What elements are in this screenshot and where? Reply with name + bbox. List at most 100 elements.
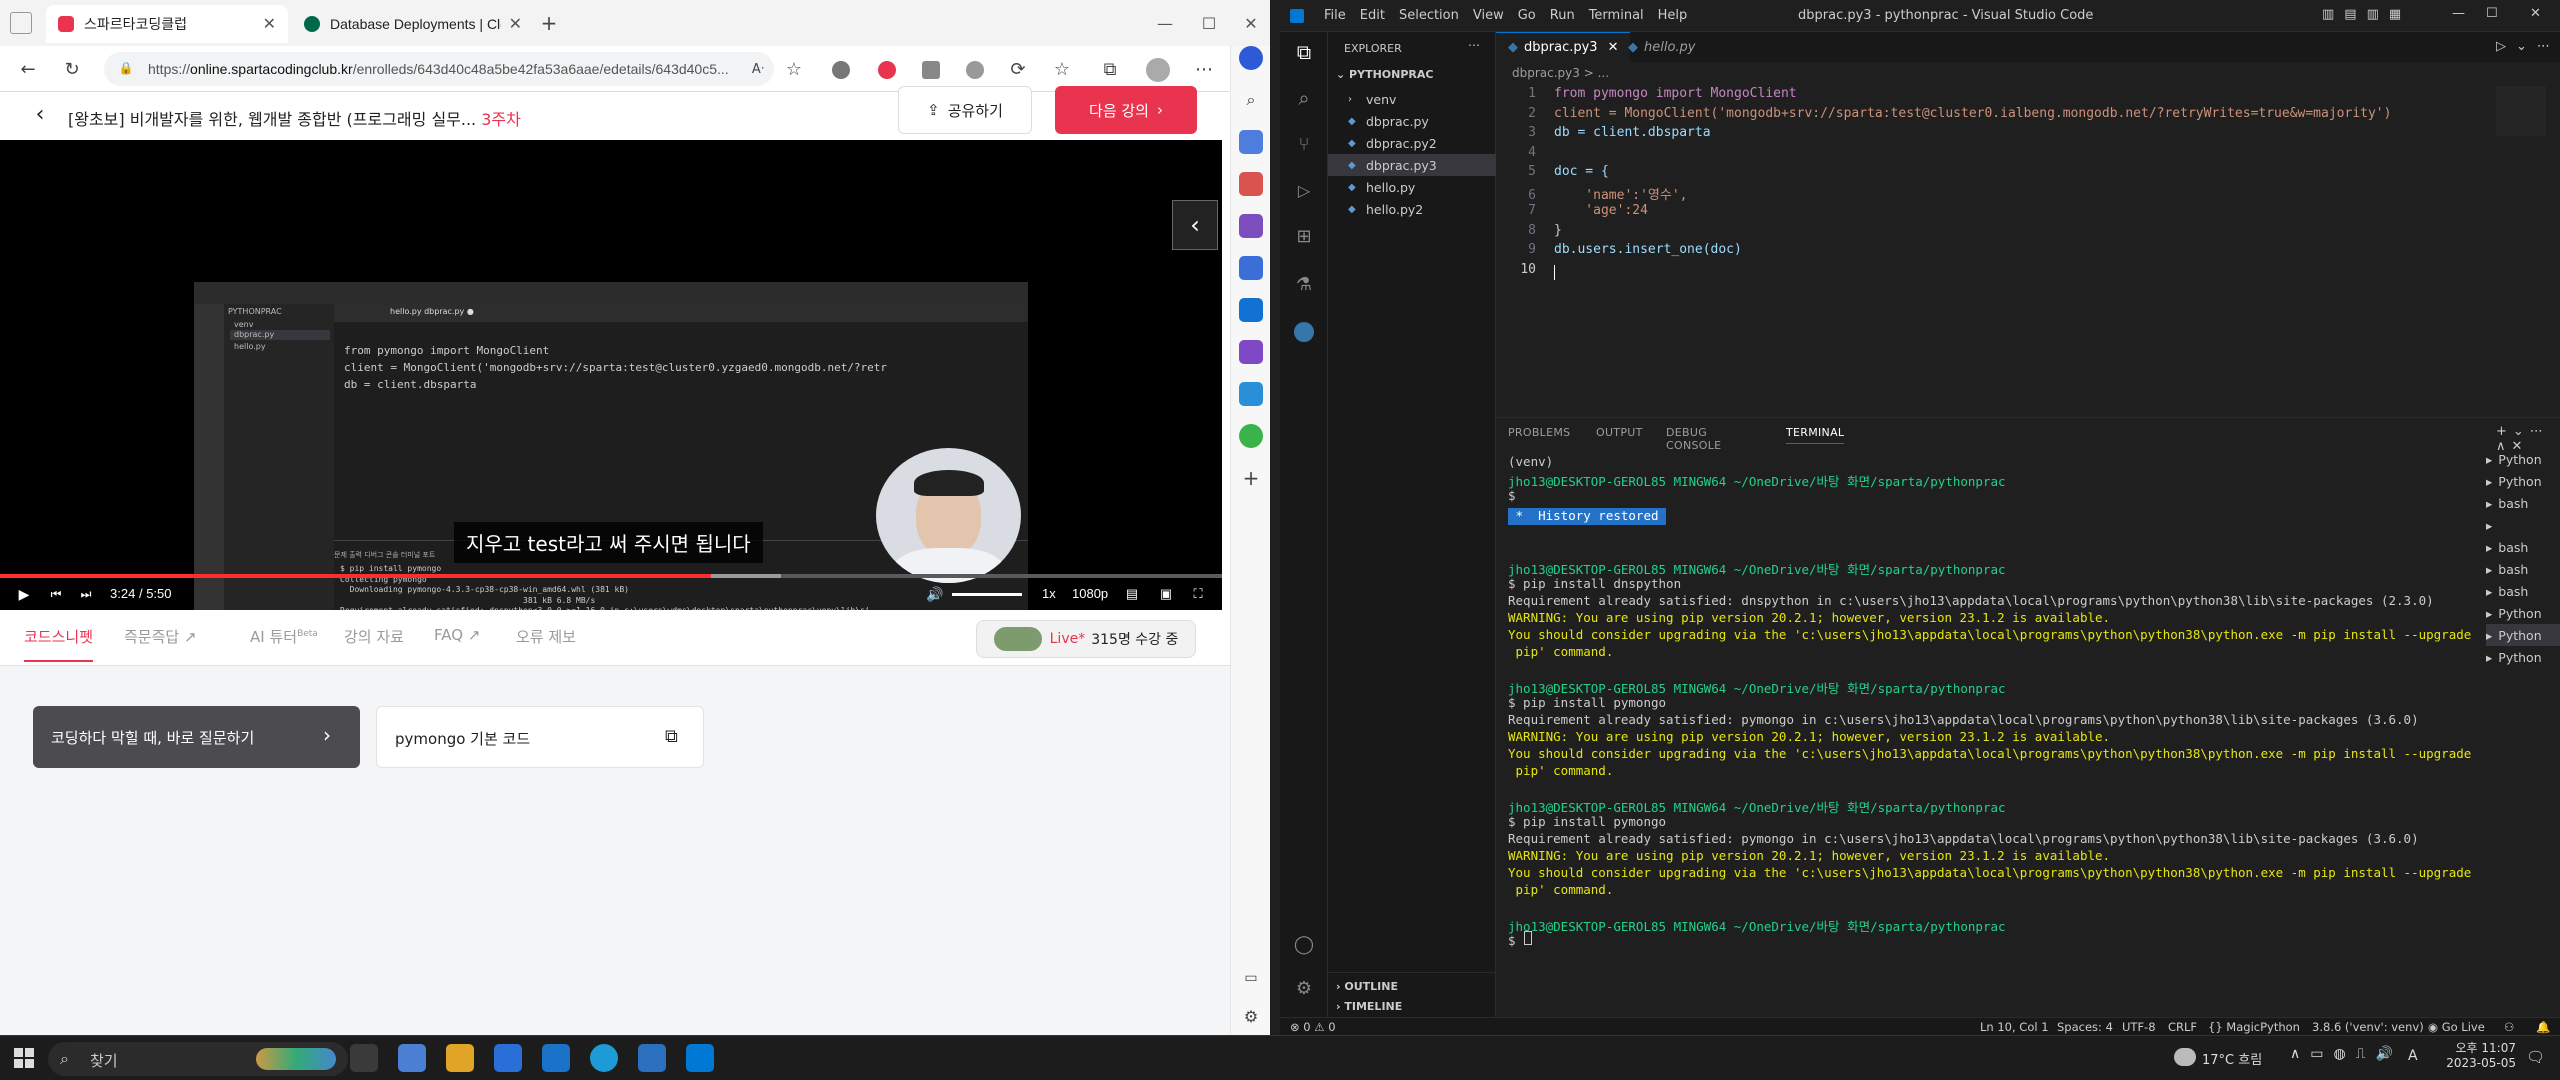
search-icon[interactable]: ⌕ — [1292, 86, 1316, 110]
file-tree-item[interactable]: ◆ dbprac.py2 — [1328, 132, 1496, 154]
minimize-icon[interactable]: — — [1154, 12, 1176, 34]
timeline-section[interactable]: › TIMELINE — [1336, 1000, 1402, 1013]
settings-gear-icon[interactable]: ⚙ — [1239, 1004, 1263, 1028]
collapse-panel-chevron-icon[interactable]: ‹ — [1172, 200, 1218, 250]
terminal-list-item[interactable]: ▸Python⚠ — [2486, 624, 2560, 646]
task-view-icon[interactable] — [350, 1044, 378, 1072]
tab-code-snippet[interactable]: 코드스니펫 — [24, 626, 94, 662]
snippet-card[interactable]: pymongo 기본 코드 ⧉ — [376, 706, 704, 768]
search-icon[interactable]: ⌕ — [1239, 88, 1263, 112]
terminal-list-item[interactable]: ▸ Python — [2486, 646, 2560, 668]
designer-icon[interactable] — [1239, 340, 1263, 364]
python-interpreter[interactable]: 3.8.6 ('venv': venv) — [2312, 1020, 2424, 1034]
volume-icon[interactable]: 🔊 — [925, 584, 945, 604]
terminal-list-item[interactable]: ▸⚠ — [2486, 514, 2560, 536]
menu-item-help[interactable]: Help — [1658, 8, 1688, 23]
layout-toggle-icons[interactable]: ▥▤▥▦ — [2322, 7, 2411, 22]
widgets-icon[interactable] — [398, 1044, 426, 1072]
close-tab-icon[interactable]: ✕ — [263, 14, 276, 34]
menu-item-terminal[interactable]: Terminal — [1589, 8, 1644, 23]
outline-section[interactable]: › OUTLINE — [1336, 980, 1398, 993]
cursor-position[interactable]: Ln 10, Col 1 — [1980, 1020, 2049, 1034]
panel-tab-debug-console[interactable]: DEBUG CONSOLE — [1666, 426, 1721, 452]
ime-indicator[interactable]: A — [2408, 1048, 2418, 1064]
sidebar-layout-icon[interactable]: ▭ — [1239, 966, 1263, 990]
terminal-list-item[interactable]: ▸bash⚠ — [2486, 580, 2560, 602]
tab-instant-qna[interactable]: 즉문즉답 ↗ — [124, 626, 197, 647]
captions-icon[interactable]: ▤ — [1122, 584, 1142, 604]
manage-gear-icon[interactable]: ⚙ — [1292, 976, 1316, 1000]
workspace-folder[interactable]: ⌄ PYTHONPRAC — [1336, 68, 1433, 81]
telegram-icon[interactable] — [1239, 382, 1263, 406]
menu-item-file[interactable]: File — [1324, 8, 1346, 23]
file-tree-item[interactable]: ◆ hello.py — [1328, 176, 1496, 198]
editor-tab-hello-py[interactable]: ◆ hello.py — [1616, 32, 1708, 62]
source-control-icon[interactable]: ⑂ — [1292, 132, 1316, 156]
share-button[interactable]: ⇪ 공유하기 — [898, 86, 1032, 134]
system-tray-icons[interactable]: ∧▭◍⎍🔊 — [2290, 1046, 2403, 1062]
file-tree-item[interactable]: ◆ dbprac.py — [1328, 110, 1496, 132]
clock[interactable]: 오후 11:07 2023-05-05 — [2436, 1039, 2516, 1070]
games-icon[interactable] — [1239, 214, 1263, 238]
extension-icon[interactable] — [832, 61, 850, 79]
weather-status[interactable]: 17°C 흐림 — [2202, 1049, 2262, 1068]
favorite-star-icon[interactable]: ☆ — [780, 55, 808, 83]
terminal-list-item[interactable]: ▸Python⚠ — [2486, 448, 2560, 470]
tree-icon[interactable] — [1239, 424, 1263, 448]
ask-question-card[interactable]: 코딩하다 막힐 때, 바로 질문하기 › — [33, 706, 360, 768]
menu-item-edit[interactable]: Edit — [1360, 8, 1385, 23]
store-icon[interactable] — [494, 1044, 522, 1072]
panel-tab-output[interactable]: OUTPUT — [1596, 426, 1643, 439]
testing-icon[interactable]: ⚗ — [1292, 272, 1316, 296]
file-explorer-icon[interactable] — [446, 1044, 474, 1072]
pip-icon[interactable]: ▣ — [1156, 584, 1176, 604]
collections-icon[interactable]: ⧉ — [1096, 55, 1124, 83]
tab-error-report[interactable]: 오류 제보 — [516, 626, 576, 647]
panel-tab-problems[interactable]: PROBLEMS — [1508, 426, 1570, 439]
taskbar-search[interactable]: ⌕ 찾기 — [48, 1042, 348, 1076]
sync-icon[interactable]: ⟳ — [1004, 55, 1032, 83]
skip-back-icon[interactable]: ⏮ — [46, 584, 66, 604]
tab-materials[interactable]: 강의 자료 — [344, 626, 404, 647]
skip-forward-icon[interactable]: ⏭ — [76, 584, 96, 604]
more-actions-icon[interactable]: ⋯ — [1468, 38, 1480, 52]
python-icon[interactable] — [1294, 322, 1314, 342]
menu-item-selection[interactable]: Selection — [1399, 8, 1459, 23]
play-icon[interactable]: ▶ — [14, 584, 34, 604]
terminal-list-item[interactable]: ▸Python⚠ — [2486, 602, 2560, 624]
office-icon[interactable] — [1239, 256, 1263, 280]
volume-slider[interactable] — [952, 593, 1022, 596]
language-mode[interactable]: {} MagicPython — [2208, 1020, 2300, 1034]
menu-item-go[interactable]: Go — [1518, 8, 1536, 23]
explorer-icon[interactable]: ⧉ — [1292, 40, 1316, 64]
panel-tab-terminal[interactable]: TERMINAL — [1786, 426, 1845, 444]
outlook-icon[interactable] — [1239, 298, 1263, 322]
copy-icon[interactable]: ⧉ — [665, 726, 678, 747]
edge-icon[interactable] — [590, 1044, 618, 1072]
terminal-list-item[interactable]: ▸Python⚠ — [2486, 470, 2560, 492]
code-editor[interactable]: 1 from pymongo import MongoClient 2 client … — [1496, 86, 2391, 281]
new-tab-icon[interactable]: + — [538, 11, 560, 35]
run-debug-icon[interactable]: ▷ — [1292, 178, 1316, 202]
file-tree-item[interactable]: ◆ dbprac.py3 — [1328, 154, 1496, 176]
terminal-list-item[interactable]: ▸bash⚠ — [2486, 536, 2560, 558]
close-tab-icon[interactable]: ✕ — [509, 14, 522, 34]
app-icon[interactable] — [638, 1044, 666, 1072]
extension-icon[interactable] — [966, 61, 984, 79]
minimize-icon[interactable]: — — [2452, 6, 2465, 21]
tab-faq[interactable]: FAQ ↗ — [434, 626, 480, 644]
maximize-icon[interactable]: ☐ — [2486, 6, 2498, 21]
close-window-icon[interactable]: ✕ — [2530, 6, 2541, 21]
vscode-taskbar-icon[interactable] — [686, 1044, 714, 1072]
account-icon[interactable]: ◯ — [1292, 932, 1316, 956]
speed-button[interactable]: 1x — [1042, 586, 1056, 601]
terminal-output[interactable]: (venv) jho13@DESKTOP-GEROL85 MINGW64 ~/On… — [1508, 454, 2471, 950]
maximize-icon[interactable]: ☐ — [1198, 12, 1220, 34]
editor-tab-dbprac-py3[interactable]: ◆ dbprac.py3 ✕ — [1496, 32, 1631, 62]
back-chevron-icon[interactable]: ‹ — [28, 102, 52, 127]
line-ending[interactable]: CRLF — [2168, 1020, 2197, 1034]
bing-chat-icon[interactable] — [1239, 46, 1263, 70]
next-lecture-button[interactable]: 다음 강의 › — [1055, 86, 1197, 134]
go-live-button[interactable]: ◉ Go Live — [2428, 1020, 2485, 1034]
quality-button[interactable]: 1080p — [1072, 586, 1108, 601]
